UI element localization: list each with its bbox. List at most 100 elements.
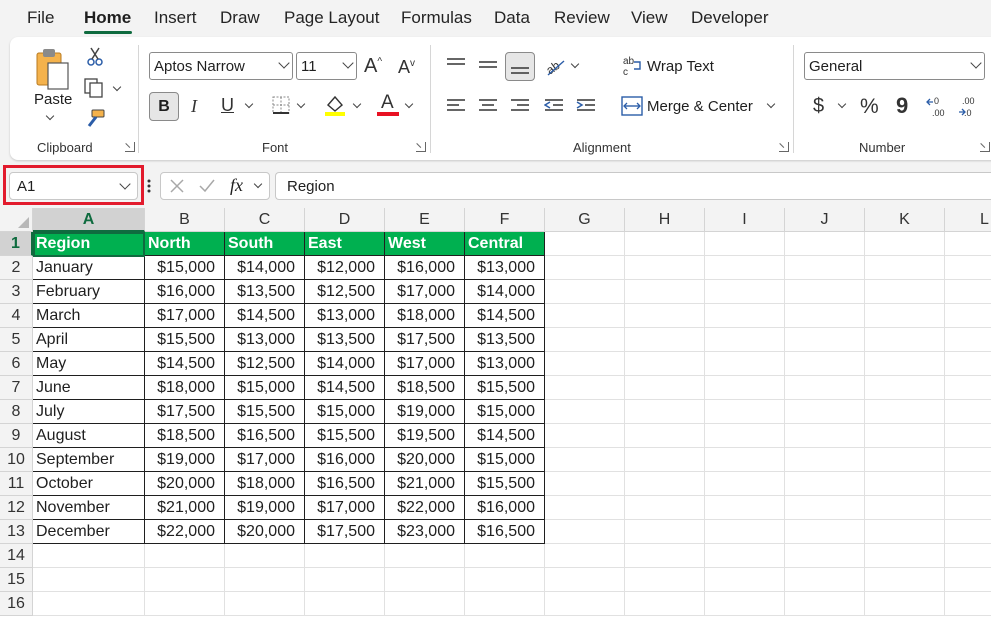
align-center-icon[interactable] <box>478 98 498 114</box>
cell-i5[interactable] <box>705 328 785 352</box>
cell-h2[interactable] <box>625 256 705 280</box>
borders-chevron-icon[interactable] <box>296 99 306 109</box>
cell-f6[interactable]: $13,000 <box>465 352 545 376</box>
cell-h6[interactable] <box>625 352 705 376</box>
cell-d10[interactable]: $16,000 <box>305 448 385 472</box>
cell-b4[interactable]: $17,000 <box>145 304 225 328</box>
select-all-corner[interactable] <box>0 208 33 232</box>
cell-b6[interactable]: $14,500 <box>145 352 225 376</box>
cell-i7[interactable] <box>705 376 785 400</box>
tab-view[interactable]: View <box>631 8 668 28</box>
cell-g4[interactable] <box>545 304 625 328</box>
cell-g16[interactable] <box>545 592 625 616</box>
cell-f12[interactable]: $16,000 <box>465 496 545 520</box>
row-header-13[interactable]: 13 <box>0 520 33 544</box>
cell-f7[interactable]: $15,500 <box>465 376 545 400</box>
paste-label[interactable]: Paste <box>34 91 72 108</box>
cell-c6[interactable]: $12,500 <box>225 352 305 376</box>
underline-button[interactable]: U <box>221 96 234 114</box>
row-header-16[interactable]: 16 <box>0 592 33 616</box>
cell-j7[interactable] <box>785 376 865 400</box>
cell-b10[interactable]: $19,000 <box>145 448 225 472</box>
cell-e3[interactable]: $17,000 <box>385 280 465 304</box>
cell-g11[interactable] <box>545 472 625 496</box>
align-middle-icon[interactable] <box>478 57 498 73</box>
cell-h1[interactable] <box>625 232 705 256</box>
cell-b1[interactable]: North <box>145 232 225 256</box>
cell-f13[interactable]: $16,500 <box>465 520 545 544</box>
cell-b13[interactable]: $22,000 <box>145 520 225 544</box>
cell-c8[interactable]: $15,500 <box>225 400 305 424</box>
clipboard-launcher-icon[interactable] <box>125 142 135 152</box>
cell-h16[interactable] <box>625 592 705 616</box>
cell-f16[interactable] <box>465 592 545 616</box>
enter-icon[interactable] <box>198 178 216 194</box>
cell-f14[interactable] <box>465 544 545 568</box>
formula-input[interactable]: Region <box>275 172 991 200</box>
merge-center-button[interactable]: Merge & Center <box>647 98 753 115</box>
bold-button[interactable]: B <box>149 92 179 121</box>
row-header-5[interactable]: 5 <box>0 328 33 352</box>
cell-h5[interactable] <box>625 328 705 352</box>
merge-center-icon[interactable] <box>621 96 643 116</box>
cell-j1[interactable] <box>785 232 865 256</box>
insert-function-icon[interactable]: fx <box>230 175 243 196</box>
cell-a9[interactable]: August <box>33 424 145 448</box>
alignment-launcher-icon[interactable] <box>779 142 789 152</box>
cell-d4[interactable]: $13,000 <box>305 304 385 328</box>
row-header-6[interactable]: 6 <box>0 352 33 376</box>
grow-font-icon[interactable]: A^ <box>364 56 382 76</box>
cell-k5[interactable] <box>865 328 945 352</box>
cell-b7[interactable]: $18,000 <box>145 376 225 400</box>
cell-c4[interactable]: $14,500 <box>225 304 305 328</box>
cell-e12[interactable]: $22,000 <box>385 496 465 520</box>
cell-f4[interactable]: $14,500 <box>465 304 545 328</box>
cell-b5[interactable]: $15,500 <box>145 328 225 352</box>
align-right-icon[interactable] <box>510 98 530 114</box>
cell-a1[interactable]: Region <box>33 232 145 256</box>
cell-i2[interactable] <box>705 256 785 280</box>
cell-i6[interactable] <box>705 352 785 376</box>
fill-color-icon[interactable] <box>323 93 347 117</box>
cell-e16[interactable] <box>385 592 465 616</box>
column-header-g[interactable]: G <box>545 208 625 232</box>
column-header-c[interactable]: C <box>225 208 305 232</box>
cell-h4[interactable] <box>625 304 705 328</box>
percent-icon[interactable]: % <box>860 96 879 117</box>
column-header-l[interactable]: L <box>945 208 991 232</box>
cell-c7[interactable]: $15,000 <box>225 376 305 400</box>
column-header-f[interactable]: F <box>465 208 545 232</box>
align-top-icon[interactable] <box>446 57 466 73</box>
cell-l2[interactable] <box>945 256 991 280</box>
cell-k13[interactable] <box>865 520 945 544</box>
cell-d13[interactable]: $17,500 <box>305 520 385 544</box>
comma-style-icon[interactable]: 9 <box>896 95 908 117</box>
paste-chevron-icon[interactable] <box>45 111 55 121</box>
cell-a12[interactable]: November <box>33 496 145 520</box>
number-format-dropdown[interactable]: General <box>804 52 985 80</box>
align-bottom-icon[interactable] <box>510 59 530 77</box>
font-launcher-icon[interactable] <box>416 142 426 152</box>
cell-i1[interactable] <box>705 232 785 256</box>
wrap-text-button[interactable]: Wrap Text <box>647 58 714 75</box>
cell-a16[interactable] <box>33 592 145 616</box>
cell-a2[interactable]: January <box>33 256 145 280</box>
cell-g3[interactable] <box>545 280 625 304</box>
tab-developer[interactable]: Developer <box>691 8 769 28</box>
cell-c13[interactable]: $20,000 <box>225 520 305 544</box>
cell-k10[interactable] <box>865 448 945 472</box>
column-header-b[interactable]: B <box>145 208 225 232</box>
copy-icon[interactable] <box>83 77 105 99</box>
cell-f5[interactable]: $13,500 <box>465 328 545 352</box>
cell-e6[interactable]: $17,000 <box>385 352 465 376</box>
column-header-h[interactable]: H <box>625 208 705 232</box>
row-header-10[interactable]: 10 <box>0 448 33 472</box>
decrease-indent-icon[interactable] <box>543 98 564 114</box>
cell-h13[interactable] <box>625 520 705 544</box>
cell-g13[interactable] <box>545 520 625 544</box>
cell-c3[interactable]: $13,500 <box>225 280 305 304</box>
cell-l11[interactable] <box>945 472 991 496</box>
tab-page-layout[interactable]: Page Layout <box>284 8 379 28</box>
cell-h7[interactable] <box>625 376 705 400</box>
cell-b15[interactable] <box>145 568 225 592</box>
